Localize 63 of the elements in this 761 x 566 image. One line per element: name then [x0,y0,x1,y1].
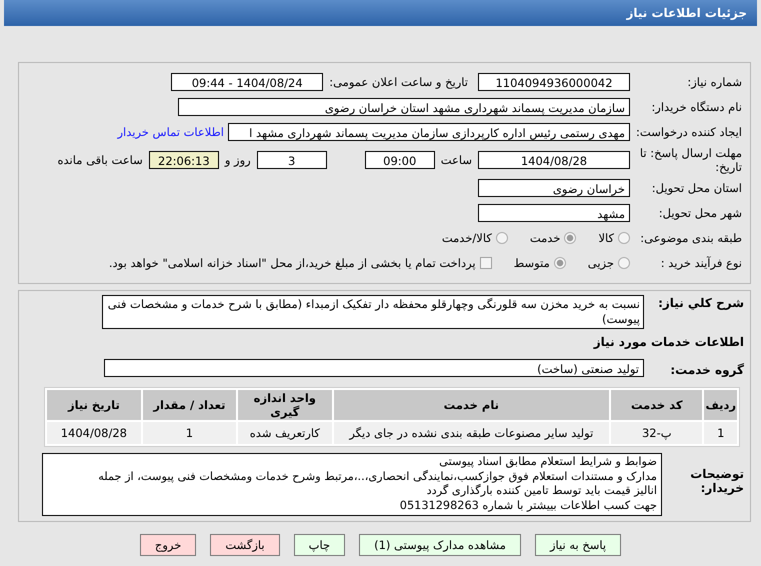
deadline-date-field: 1404/08/28 [478,151,630,169]
field-label: طبقه بندی موضوعی: [639,231,743,245]
table-cell: پ-32 [611,422,702,444]
action-button[interactable]: پاسخ به نیاز [534,534,622,556]
radio-label: جزیی [588,256,614,270]
action-button[interactable]: بازگشت [210,534,280,556]
field-label: استان محل تحویل: [650,181,743,195]
column-header: تاریخ نیاز [47,390,141,420]
buyer-field: سازمان مدیریت پسماند شهرداری مشهد استان خراسان رضوی [178,98,630,116]
notes-line: انالیز قیمت باید توسط تامین کننده بارگذاری گردد [426,484,657,498]
days-label: روز و [224,153,251,167]
notes-line: ضوابط و شرایط استعلام مطابق اسناد پیوستی [438,455,657,470]
radio-label: متوسط [514,256,550,270]
radio-button[interactable] [496,232,508,244]
radio-label: کالا [598,231,614,245]
radio-button[interactable] [618,257,630,269]
field-label: شرح کلي نياز: [657,295,744,310]
need-number-field: 1104094936000042 [478,73,630,91]
field-label: شهر محل تحویل: [658,206,743,220]
action-button[interactable]: خروج [140,534,196,556]
time-label: ساعت [440,153,472,167]
field-label: ایجاد کننده درخواست: [635,125,743,139]
deadline-time-field: 09:00 [364,151,435,169]
field-label: تاریخ و ساعت اعلان عمومی: [329,75,468,89]
checkbox[interactable] [480,257,492,269]
radio-button[interactable] [618,232,630,244]
radio-button[interactable] [554,257,566,269]
table-cell: 1 [704,422,737,444]
field-label: مهلت ارسال پاسخ: تا تاریخ: [638,146,743,174]
requester-field: مهدی رستمی رئیس اداره کارپردازی سازمان مدیریت پسماند شهرداری مشهد ا [228,123,630,141]
announce-date-field: 1404/08/24 - 09:44 [171,73,324,91]
table-cell: تولید سایر مصنوعات طبقه بندی نشده در جای دیگر [334,422,610,444]
section-heading: اطلاعات خدمات مورد نیاز [592,335,744,349]
service-group-field: تولید صنعتی (ساخت) [104,359,644,377]
column-header: نام خدمت [334,390,610,420]
field-label: نام دستگاه خریدار: [650,100,743,114]
notes-line: مدارک و مستندات استعلام فوق جوازکسب،نمایندگی انحصاری،..،مرتبط وشرح خدمات ومشخصات فنی پیوست، از جمله [97,470,657,483]
radio-button[interactable] [564,232,576,244]
table-cell: کارتعریف شده [238,422,332,444]
radio-label: خدمت [530,231,560,245]
notes-line: جهت کسب اطلاعات بییشتر با شماره 05131298263 [398,498,657,513]
days-field: 3 [256,151,327,169]
field-label: شماره نیاز: [686,75,743,89]
province-field: خراسان رضوی [478,179,630,197]
description-field: نسبت به خرید مخزن سه قلورنگی وچهارقلو محفظه دار تفکیک ازمبداء (مطابق با شرح خدمات و مشخصات فنی پیوست) [102,295,644,329]
remaining-time-field: 22:06:13 [148,151,219,169]
action-button[interactable]: چاپ [294,534,346,556]
field-label: توضیحات خریدار: [689,466,744,495]
city-field: مشهد [478,204,630,222]
remaining-label: ساعت باقی مانده [58,153,143,167]
buyer-contact-link[interactable]: اطلاعات تماس خریدار [117,125,224,139]
table-cell: 1404/08/28 [47,422,141,444]
column-header: کد خدمت [611,390,702,420]
checkbox-label: پرداخت تمام یا بخشی از مبلغ خرید،از محل "اسناد خزانه اسلامی" خواهد بود. [108,256,476,270]
column-header: تعداد / مقدار [142,390,236,420]
field-label: گروه خدمت: [669,362,744,376]
column-header: واحد اندازه گیری [238,390,332,420]
column-header: ردیف [704,390,737,420]
table-cell: 1 [142,422,236,444]
action-button[interactable]: مشاهده مدارک پیوستی (1) [359,534,521,556]
field-label: نوع فرآیند خرید : [660,256,743,270]
page-title: جزئیات اطلاعات نیاز [626,6,747,20]
radio-label: کالا/خدمت [442,231,492,245]
